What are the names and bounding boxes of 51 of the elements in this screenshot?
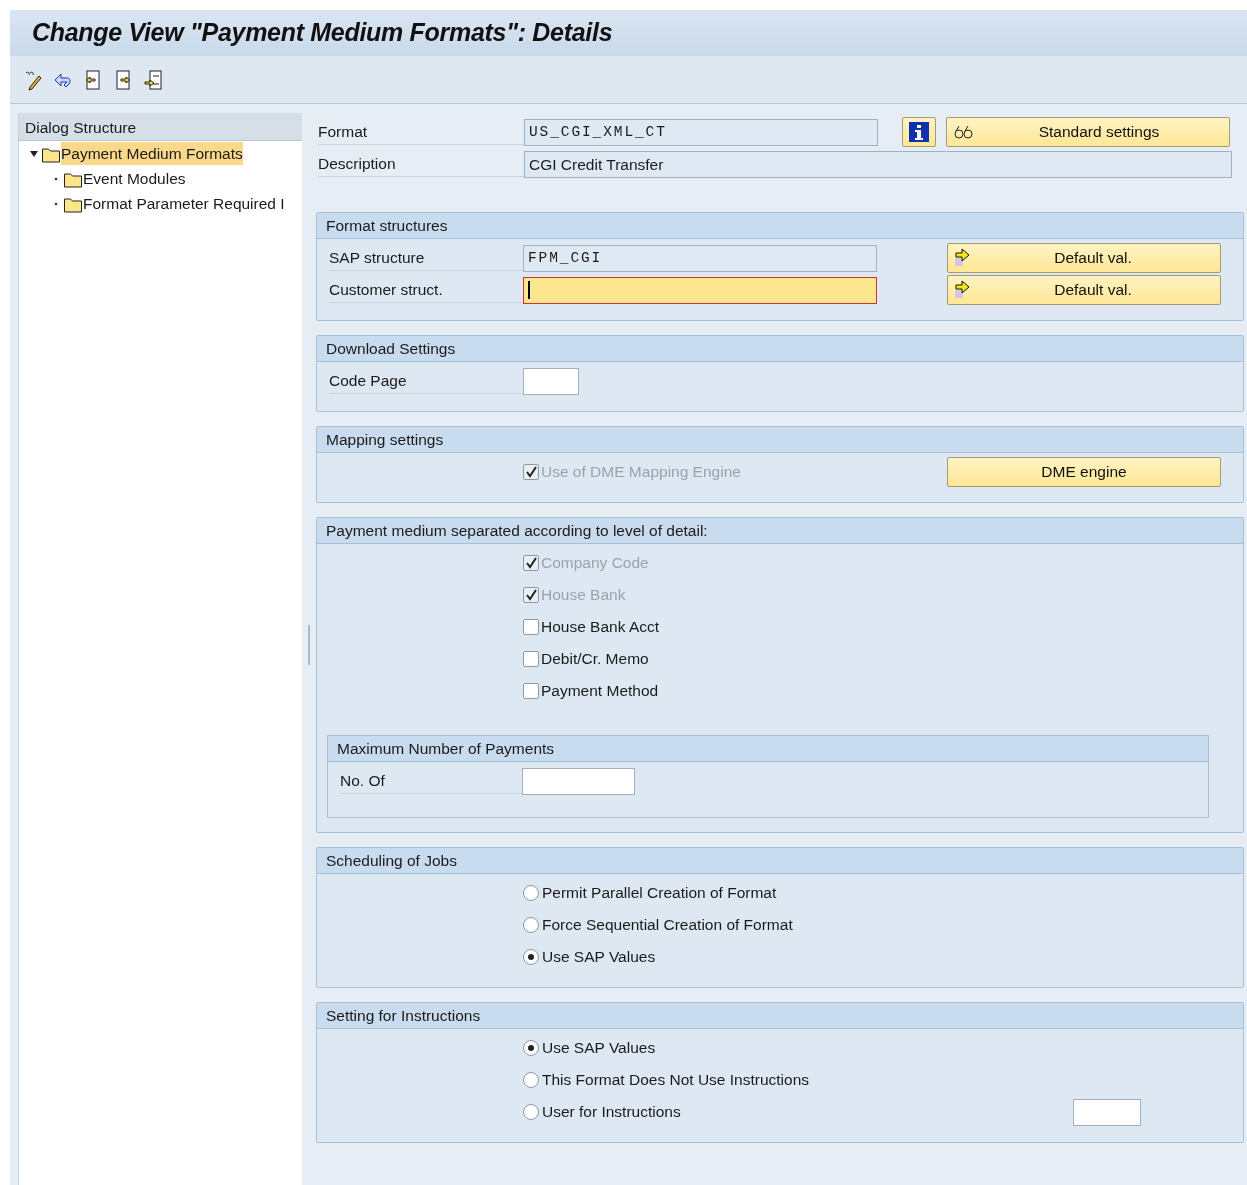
radio-button[interactable] [523, 917, 539, 933]
section-header: Mapping settings [317, 427, 1243, 453]
radio-label: User for Instructions [542, 1102, 681, 1123]
button[interactable]: Standard settings [946, 117, 1230, 147]
button[interactable]: Default val. [947, 275, 1221, 305]
glasses-icon [953, 123, 975, 141]
input-field[interactable]: CGI Credit Transfer [524, 150, 1232, 178]
radio-label: Force Sequential Creation of Format [542, 915, 793, 936]
checkbox[interactable] [523, 683, 539, 699]
checkbox-label: House Bank Acct [541, 617, 660, 638]
input-field[interactable]: US_CGI_XML_CT [524, 118, 878, 146]
radio-button[interactable] [523, 885, 539, 901]
checkbox-label: Use of DME Mapping Engine [541, 462, 741, 483]
input-field[interactable] [523, 367, 579, 395]
checkbox-label: House Bank [541, 585, 626, 606]
radio-button[interactable] [523, 1040, 539, 1056]
section-header: Scheduling of Jobs [317, 848, 1243, 874]
arrow-icon [954, 280, 972, 300]
radio-label: Use SAP Values [542, 1038, 656, 1059]
panel-header: Dialog Structure [19, 113, 302, 141]
splitter-handle[interactable] [307, 625, 311, 665]
checkbox-label: Payment Method [541, 681, 659, 702]
input-field[interactable] [1073, 1098, 1141, 1126]
radio-label: Use SAP Values [542, 947, 656, 968]
section-header: Format structures [317, 213, 1243, 239]
info-button[interactable] [902, 117, 936, 147]
checkbox-label: Debit/Cr. Memo [541, 649, 649, 670]
arrow-icon [954, 248, 972, 268]
window-title: Change View "Payment Medium Formats": Details [32, 17, 613, 49]
radio-button[interactable] [523, 949, 539, 965]
checkbox[interactable] [523, 619, 539, 635]
document-list-icon[interactable] [142, 68, 164, 91]
checkbox-label: Company Code [541, 553, 649, 574]
input-field[interactable] [522, 767, 635, 795]
expand-icon[interactable] [29, 148, 39, 159]
section-header: Setting for Instructions [317, 1003, 1243, 1029]
section-header: Payment medium separated according to level of detail: [317, 518, 1243, 544]
radio-button[interactable] [523, 1104, 539, 1120]
radio-button[interactable] [523, 1072, 539, 1088]
tree-item[interactable]: Event Modules [83, 166, 186, 191]
checkbox[interactable] [523, 651, 539, 667]
radio-label: Permit Parallel Creation of Format [542, 883, 777, 904]
input-field[interactable]: FPM_CGI [523, 244, 877, 272]
tree-item[interactable]: Payment Medium Formats [61, 141, 243, 166]
button[interactable]: Default val. [947, 243, 1221, 273]
tree-item[interactable]: Format Parameter Required I [83, 191, 285, 216]
radio-label: This Format Does Not Use Instructions [542, 1070, 810, 1091]
input-field[interactable] [523, 276, 877, 304]
group-header: Maximum Number of Payments [328, 736, 1208, 762]
section-header: Download Settings [317, 336, 1243, 362]
info-icon [909, 122, 929, 142]
